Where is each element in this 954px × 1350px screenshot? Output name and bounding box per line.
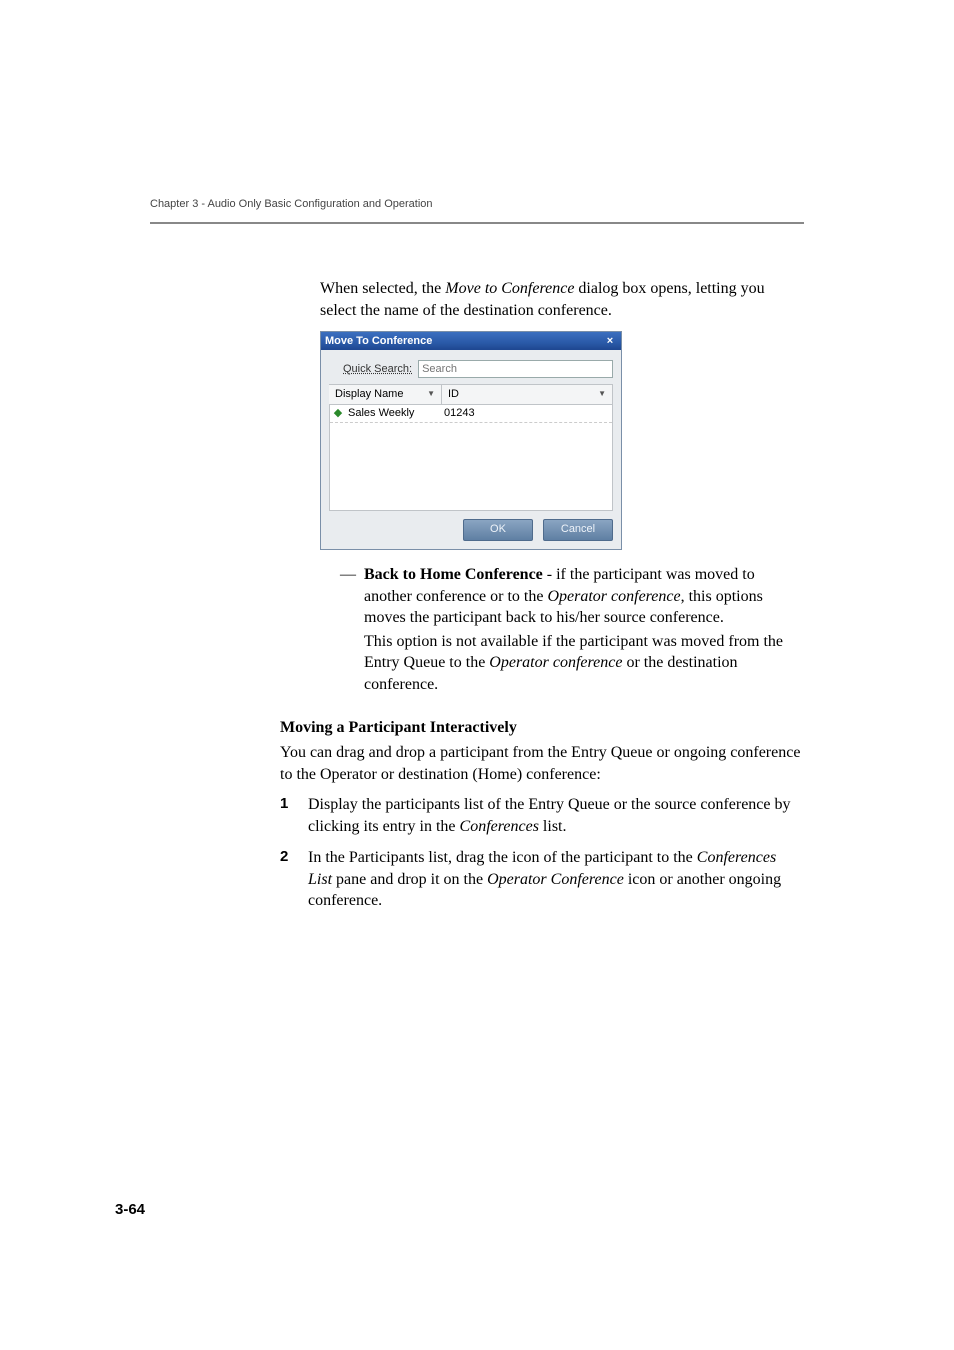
quick-search-label: Quick Search: xyxy=(343,362,412,377)
dialog-titlebar: Move To Conference × xyxy=(321,332,621,350)
chevron-down-icon: ▼ xyxy=(427,389,435,400)
row-id: 01243 xyxy=(438,406,475,421)
moving-heading: Moving a Participant Interactively xyxy=(280,719,804,737)
table-row[interactable]: ◆ Sales Weekly 01243 xyxy=(330,405,612,423)
step-1: 1 Display the participants list of the E… xyxy=(280,794,804,837)
step-2: 2 In the Participants list, drag the ico… xyxy=(280,847,804,912)
chapter-header: Chapter 3 - Audio Only Basic Configurati… xyxy=(150,198,433,210)
step-number: 1 xyxy=(280,794,308,837)
dialog-title: Move To Conference xyxy=(325,332,432,350)
table-headers: Display Name ▼ ID ▼ xyxy=(329,384,613,405)
chevron-down-icon: ▼ xyxy=(598,389,606,400)
header-rule xyxy=(150,222,804,224)
cancel-button[interactable]: Cancel xyxy=(543,519,613,541)
column-display-name[interactable]: Display Name ▼ xyxy=(329,385,442,404)
intro-dialog-name: Move to Conference xyxy=(445,280,574,297)
row-name: Sales Weekly xyxy=(346,406,438,421)
table-body: ◆ Sales Weekly 01243 xyxy=(329,405,613,511)
list-dash: — xyxy=(340,564,364,629)
close-icon[interactable]: × xyxy=(603,332,617,350)
moving-paragraph: You can drag and drop a participant from… xyxy=(280,742,804,785)
conference-icon: ◆ xyxy=(330,406,346,421)
step-number: 2 xyxy=(280,847,308,912)
page-number: 3-64 xyxy=(115,1201,145,1218)
step-text: Display the participants list of the Ent… xyxy=(308,794,804,837)
back-home-title: Back to Home Conference xyxy=(364,566,543,583)
back-home-note: This option is not available if the part… xyxy=(364,631,804,696)
search-input[interactable] xyxy=(418,360,613,378)
move-to-conference-dialog: Move To Conference × Quick Search: Displ… xyxy=(320,331,622,550)
back-home-text: Back to Home Conference - if the partici… xyxy=(364,564,804,629)
intro-prefix: When selected, the xyxy=(320,280,445,297)
ok-button[interactable]: OK xyxy=(463,519,533,541)
step-text: In the Participants list, drag the icon … xyxy=(308,847,804,912)
column-id[interactable]: ID ▼ xyxy=(442,385,613,404)
intro-paragraph: When selected, the Move to Conference di… xyxy=(320,278,804,321)
